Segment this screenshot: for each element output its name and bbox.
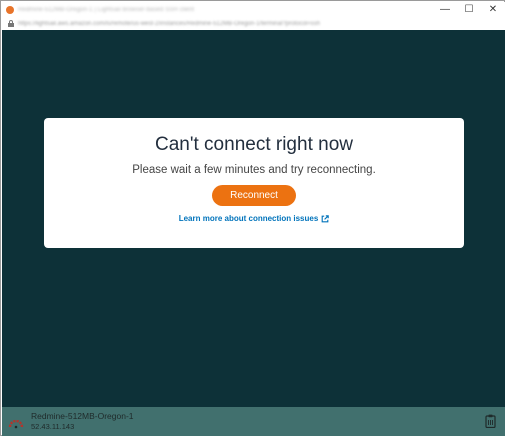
url-text[interactable]: https://lightsail.aws.amazon.com/ls/remo… xyxy=(18,21,320,27)
instance-name: Redmine-512MB-Oregon-1 xyxy=(31,411,134,421)
dialog-message: Please wait a few minutes and try reconn… xyxy=(132,164,376,176)
clipboard-icon[interactable] xyxy=(485,414,496,428)
window-controls: — ☐ ✕ xyxy=(433,2,505,17)
close-button[interactable]: ✕ xyxy=(481,2,505,17)
minimize-button[interactable]: — xyxy=(433,2,457,17)
learn-more-label[interactable]: Learn more about connection issues xyxy=(179,214,319,223)
app-icon xyxy=(6,5,14,14)
title-bar: Redmine-512MB-Oregon-1 | Lightsail brows… xyxy=(2,2,505,17)
address-bar[interactable]: https://lightsail.aws.amazon.com/ls/remo… xyxy=(2,17,505,30)
maximize-button[interactable]: ☐ xyxy=(457,2,481,17)
window-title: Redmine-512MB-Oregon-1 | Lightsail brows… xyxy=(18,6,195,13)
browser-window: Redmine-512MB-Oregon-1 | Lightsail brows… xyxy=(0,0,505,436)
lock-icon xyxy=(8,20,14,27)
instance-ip: 52.43.11.143 xyxy=(31,422,75,431)
connection-error-dialog: Can't connect right now Please wait a fe… xyxy=(44,118,464,248)
external-link-icon[interactable] xyxy=(321,214,330,223)
status-bar: Redmine-512MB-Oregon-1 52.43.11.143 xyxy=(2,407,505,436)
learn-more-link[interactable]: Learn more about connection issues xyxy=(44,214,464,223)
dialog-title: Can't connect right now xyxy=(155,134,353,155)
instance-icon xyxy=(8,419,24,429)
ssh-session-area[interactable]: Can't connect right now Please wait a fe… xyxy=(2,30,505,407)
reconnect-button[interactable]: Reconnect xyxy=(212,185,296,206)
